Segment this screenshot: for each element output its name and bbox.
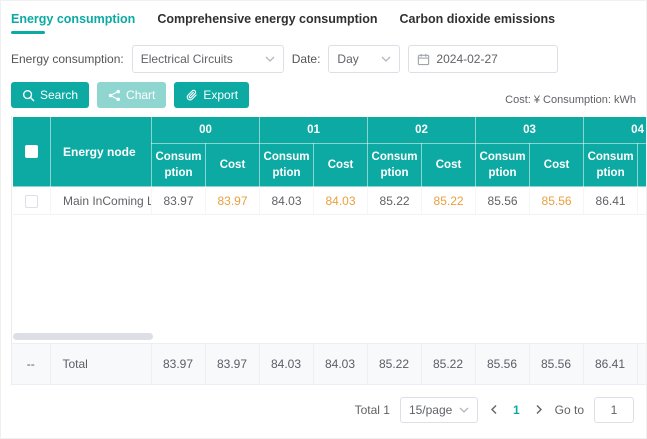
calendar-icon — [417, 53, 430, 66]
consumption-header: Consumption — [476, 144, 530, 187]
hour-group-header-row: Energy node 00 01 02 03 04 — [13, 117, 647, 144]
energy-node-name: Main InComing Lin... — [51, 187, 152, 215]
total-table: -- Total 83.97 83.97 84.03 84.03 85.22 8… — [12, 344, 647, 385]
page-size-value: 15/page — [409, 403, 452, 417]
hour-group-03: 03 — [476, 117, 584, 144]
total-value: 85.56 — [475, 344, 529, 384]
consumption-header: Consumption — [584, 144, 638, 187]
tab-comprehensive-energy-consumption[interactable]: Comprehensive energy consumption — [157, 12, 377, 34]
total-value: 85.22 — [367, 344, 421, 384]
cost-header: Cost — [314, 144, 368, 187]
cost-value: 84.03 — [314, 187, 368, 215]
tab-label: Carbon dioxide emissions — [400, 12, 556, 26]
data-table-area: Energy node 00 01 02 03 04 Consumption C… — [11, 116, 647, 343]
total-value: 84.03 — [259, 344, 313, 384]
cost-header: Cost — [638, 144, 647, 187]
data-table: Energy node 00 01 02 03 04 Consumption C… — [12, 116, 647, 215]
date-label: Date: — [292, 52, 321, 66]
tab-label: Comprehensive energy consumption — [157, 12, 377, 26]
cost-header: Cost — [206, 144, 260, 187]
search-button[interactable]: Search — [11, 82, 89, 108]
pagination-total: Total 1 — [355, 403, 390, 417]
chevron-down-icon — [265, 56, 275, 62]
date-granularity-value: Day — [337, 52, 358, 66]
cost-value: 83.97 — [206, 187, 260, 215]
hour-group-04: 04 — [584, 117, 647, 144]
scrollbar-thumb[interactable] — [13, 333, 153, 340]
tab-bar: Energy consumption Comprehensive energy … — [1, 1, 646, 34]
consumption-value: 84.03 — [260, 187, 314, 215]
active-tab-underline — [11, 31, 45, 34]
cost-header: Cost — [530, 144, 584, 187]
tab-label: Energy consumption — [11, 12, 135, 26]
consumption-header: Consumption — [260, 144, 314, 187]
cost-value: 85.56 — [530, 187, 584, 215]
date-picker[interactable]: 2024-02-27 — [408, 45, 558, 73]
goto-label: Go to — [555, 403, 584, 417]
search-icon — [22, 89, 35, 102]
total-label: Total — [50, 344, 151, 384]
units-note: Cost: ¥ Consumption: kWh — [505, 94, 636, 108]
hour-group-02: 02 — [368, 117, 476, 144]
toolbar: Search Chart Export Cost: ¥ Consumption:… — [11, 82, 636, 108]
total-placeholder: -- — [12, 344, 50, 384]
energy-node-header: Energy node — [51, 117, 152, 187]
table-row: Main InComing Lin... 83.97 83.97 84.03 8… — [13, 187, 647, 215]
hour-group-00: 00 — [152, 117, 260, 144]
total-value: 86.41 — [583, 344, 637, 384]
row-checkbox-cell — [13, 187, 51, 215]
total-value — [637, 344, 647, 384]
total-row: -- Total 83.97 83.97 84.03 84.03 85.22 8… — [12, 344, 647, 384]
cost-header: Cost — [422, 144, 476, 187]
consumption-value: 85.56 — [476, 187, 530, 215]
date-granularity-select[interactable]: Day — [328, 45, 400, 73]
tab-carbon-dioxide-emissions[interactable]: Carbon dioxide emissions — [400, 12, 556, 34]
energy-type-value: Electrical Circuits — [141, 52, 233, 66]
paperclip-icon — [185, 89, 198, 102]
total-value: 84.03 — [313, 344, 367, 384]
prev-page-button[interactable] — [488, 404, 500, 415]
cost-value — [638, 187, 647, 215]
chart-icon — [108, 89, 121, 102]
energy-consumption-page: Energy consumption Comprehensive energy … — [0, 0, 647, 439]
chevron-down-icon — [381, 56, 391, 62]
chart-button[interactable]: Chart — [97, 82, 166, 108]
total-row-area: -- Total 83.97 83.97 84.03 84.03 85.22 8… — [11, 343, 647, 385]
select-all-checkbox[interactable] — [25, 145, 38, 158]
total-value: 83.97 — [151, 344, 205, 384]
page-size-select[interactable]: 15/page — [400, 397, 478, 423]
energy-type-select[interactable]: Electrical Circuits — [132, 45, 284, 73]
chevron-down-icon — [459, 407, 469, 413]
select-all-header-cell — [13, 117, 51, 187]
chevron-left-icon — [490, 404, 498, 415]
consumption-value: 85.22 — [368, 187, 422, 215]
total-value: 85.56 — [529, 344, 583, 384]
goto-page-input[interactable] — [594, 397, 634, 423]
row-checkbox[interactable] — [25, 195, 38, 208]
total-value: 83.97 — [205, 344, 259, 384]
date-value: 2024-02-27 — [436, 52, 497, 66]
cost-value: 85.22 — [422, 187, 476, 215]
consumption-header: Consumption — [152, 144, 206, 187]
empty-table-body — [12, 215, 647, 343]
export-button[interactable]: Export — [174, 82, 249, 108]
consumption-value: 86.41 — [584, 187, 638, 215]
filter-row: Energy consumption: Electrical Circuits … — [11, 45, 636, 73]
chevron-right-icon — [535, 404, 543, 415]
hour-group-01: 01 — [260, 117, 368, 144]
next-page-button[interactable] — [533, 404, 545, 415]
energy-type-label: Energy consumption: — [11, 52, 124, 66]
current-page[interactable]: 1 — [510, 403, 523, 417]
consumption-value: 83.97 — [152, 187, 206, 215]
pagination: Total 1 15/page 1 Go to — [1, 397, 634, 423]
tab-energy-consumption[interactable]: Energy consumption — [11, 12, 135, 34]
consumption-header: Consumption — [368, 144, 422, 187]
total-value: 85.22 — [421, 344, 475, 384]
horizontal-scrollbar[interactable] — [12, 333, 647, 341]
